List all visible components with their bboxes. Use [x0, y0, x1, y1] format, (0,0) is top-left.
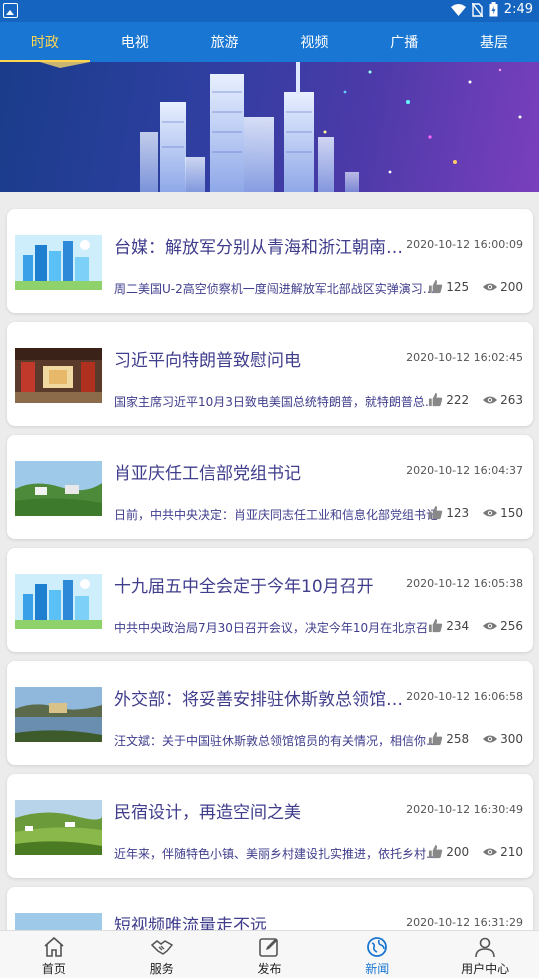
like-count: 222: [446, 392, 470, 407]
news-title: 短视频唯流量走不远: [114, 916, 267, 930]
nav-service[interactable]: 服务: [108, 931, 216, 978]
news-card[interactable]: 十九届五中全会定于今年10月召开 2020-10-12 16:05:38 中共中…: [7, 548, 533, 652]
news-summary: 周二美国U-2高空侦察机一度闯进解放军北部战区实弹演习禁飞区: [114, 282, 441, 296]
nav-label: 用户中心: [461, 962, 510, 976]
news-title: 肖亚庆任工信部党组书记: [114, 464, 301, 484]
news-thumbnail: [15, 235, 102, 290]
tab-tv[interactable]: 电视: [90, 22, 180, 62]
eye-icon: [483, 396, 498, 403]
view-count: 150: [500, 505, 523, 520]
tab-grassroots[interactable]: 基层: [449, 22, 539, 62]
news-card[interactable]: 民宿设计，再造空间之美 2020-10-12 16:30:49 近年来，伴随特色…: [7, 774, 533, 878]
news-stats: 125 200: [428, 279, 523, 294]
edit-icon: [259, 938, 279, 957]
view-count: 256: [500, 618, 523, 633]
news-stats: 258 300: [428, 731, 523, 746]
news-thumbnail: [15, 348, 102, 403]
eye-icon: [483, 622, 498, 629]
eye-icon: [483, 735, 498, 742]
news-summary: 日前，中共中央决定：肖亚庆同志任工业和信息化部党组书记: [114, 508, 439, 522]
view-count: 200: [500, 279, 523, 294]
like-count: 125: [446, 279, 470, 294]
thumbs-up-icon[interactable]: [428, 731, 443, 746]
news-time: 2020-10-12 16:06:58: [406, 690, 523, 703]
news-thumbnail: [15, 574, 102, 629]
globe-icon: [367, 937, 388, 957]
nav-label: 首页: [41, 962, 66, 976]
tab-politics[interactable]: 时政: [0, 22, 90, 62]
no-sim-icon: [471, 2, 483, 17]
status-bar: 2:49: [0, 0, 539, 22]
view-count: 263: [500, 392, 523, 407]
nav-user-center[interactable]: 用户中心: [431, 931, 539, 978]
like-count: 123: [446, 505, 470, 520]
home-icon: [44, 936, 64, 957]
news-stats: 123 150: [428, 505, 523, 520]
like-count: 234: [446, 618, 470, 633]
nav-news[interactable]: 新闻: [323, 931, 431, 978]
eye-icon: [483, 283, 498, 290]
news-stats: 222 263: [428, 392, 523, 407]
handshake-icon: [150, 940, 173, 955]
news-list: 台媒：解放军分别从青海和浙江朝南海发射导弹 2020-10-12 16:00:0…: [0, 192, 539, 930]
thumbs-up-icon[interactable]: [428, 392, 443, 407]
thumbs-up-icon[interactable]: [428, 279, 443, 294]
nav-label: 新闻: [365, 962, 390, 976]
news-thumbnail: [15, 800, 102, 855]
news-summary: 国家主席习近平10月3日致电美国总统特朗普，就特朗普总统夫妇感染新冠病毒致以慰问: [114, 395, 441, 409]
eye-icon: [483, 509, 498, 516]
thumbs-up-icon[interactable]: [428, 505, 443, 520]
like-count: 200: [446, 844, 470, 859]
like-count: 258: [446, 731, 470, 746]
nav-label: 服务: [149, 962, 174, 976]
news-summary: 中共中央政治局7月30日召开会议，决定今年10月在北京召开十九届五中全会: [114, 621, 441, 635]
news-title: 台媒：解放军分别从青海和浙江朝南海发射导弹: [114, 238, 406, 258]
thumbs-up-icon[interactable]: [428, 844, 443, 859]
gallery-notification-icon: [3, 3, 18, 18]
category-tab-bar: 时政 电视 旅游 视频 广播 基层: [0, 22, 539, 62]
news-thumbnail: [15, 913, 102, 930]
city-skyline-illustration: [40, 62, 522, 192]
tab-radio[interactable]: 广播: [359, 22, 449, 62]
wifi-icon: [450, 3, 466, 16]
battery-icon: [489, 2, 498, 17]
user-icon: [475, 937, 495, 958]
news-card[interactable]: 短视频唯流量走不远 2020-10-12 16:31:29: [7, 887, 533, 930]
news-card[interactable]: 外交部：将妥善安排驻休斯敦总领馆馆员 2020-10-12 16:06:58 汪…: [7, 661, 533, 765]
news-time: 2020-10-12 16:04:37: [406, 464, 523, 477]
news-time: 2020-10-12 16:05:38: [406, 577, 523, 590]
nav-label: 发布: [257, 962, 282, 976]
news-title: 十九届五中全会定于今年10月召开: [114, 577, 374, 597]
clock: 2:49: [503, 2, 533, 17]
nav-home[interactable]: 首页: [0, 931, 108, 978]
tab-travel[interactable]: 旅游: [180, 22, 270, 62]
news-time: 2020-10-12 16:30:49: [406, 803, 523, 816]
news-card[interactable]: 习近平向特朗普致慰问电 2020-10-12 16:02:45 国家主席习近平1…: [7, 322, 533, 426]
news-card[interactable]: 肖亚庆任工信部党组书记 2020-10-12 16:04:37 日前，中共中央决…: [7, 435, 533, 539]
news-stats: 200 210: [428, 844, 523, 859]
news-title: 习近平向特朗普致慰问电: [114, 351, 301, 371]
news-title: 民宿设计，再造空间之美: [114, 803, 301, 823]
news-title: 外交部：将妥善安排驻休斯敦总领馆馆员: [114, 690, 406, 710]
status-icons: 2:49: [450, 2, 533, 17]
news-thumbnail: [15, 687, 102, 742]
news-stats: 234 256: [428, 618, 523, 633]
news-time: 2020-10-12 16:00:09: [406, 238, 523, 251]
view-count: 300: [500, 731, 523, 746]
eye-icon: [483, 848, 498, 855]
bottom-navigation: 首页 服务 发布 新闻 用户中心: [0, 930, 539, 978]
thumbs-up-icon[interactable]: [428, 618, 443, 633]
view-count: 210: [500, 844, 523, 859]
tab-video[interactable]: 视频: [269, 22, 359, 62]
news-thumbnail: [15, 461, 102, 516]
news-card[interactable]: 台媒：解放军分别从青海和浙江朝南海发射导弹 2020-10-12 16:00:0…: [7, 209, 533, 313]
nav-publish[interactable]: 发布: [216, 931, 324, 978]
news-summary: 近年来，伴随特色小镇、美丽乡村建设扎实推进，依托乡村资源的民宿: [114, 847, 441, 861]
news-summary: 汪文斌：关于中国驻休斯敦总领馆馆员的有关情况，相信你们已经注意到: [114, 734, 441, 748]
news-time: 2020-10-12 16:02:45: [406, 351, 523, 364]
banner-image[interactable]: [0, 62, 539, 192]
news-time: 2020-10-12 16:31:29: [406, 916, 523, 929]
